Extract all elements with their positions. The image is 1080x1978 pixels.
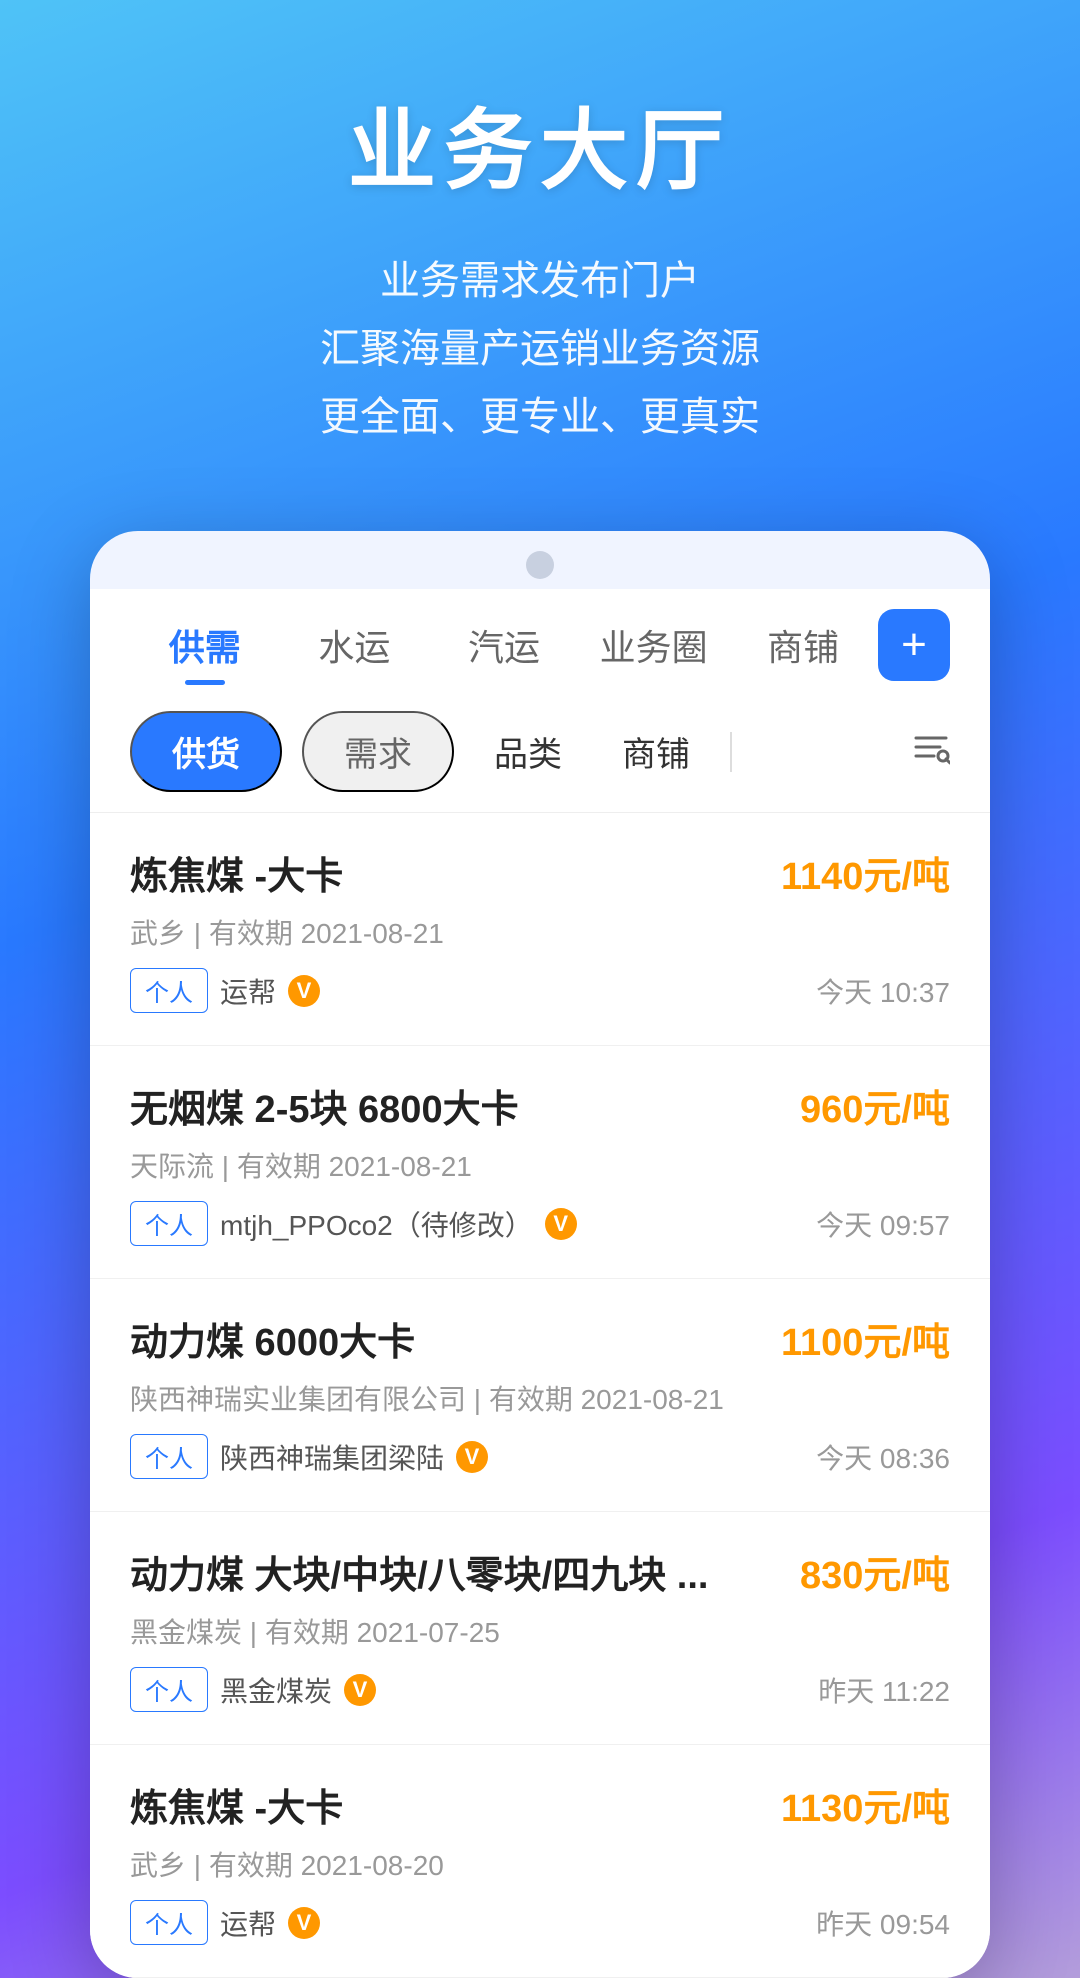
item-meta: 武乡 | 有效期 2021-08-20	[130, 1844, 950, 1884]
tag-personal: 个人	[130, 1201, 208, 1246]
item-tags: 个人 黑金煤炭 V	[130, 1667, 376, 1712]
demand-filter-button[interactable]: 需求	[302, 711, 454, 792]
item-tags: 个人 运帮 V	[130, 1900, 320, 1945]
tag-username: 陕西神瑞集团梁陆	[220, 1437, 444, 1477]
item-price: 830元/吨	[800, 1544, 950, 1599]
tag-username: 黑金煤炭	[220, 1670, 332, 1710]
item-title: 动力煤 大块/中块/八零块/四九块 ...	[130, 1544, 708, 1599]
add-button[interactable]: +	[878, 609, 950, 681]
tab-water-transport[interactable]: 水运	[280, 609, 430, 681]
verified-badge: V	[288, 1907, 320, 1939]
item-tags: 个人 mtjh_PPOco2（待修改） V	[130, 1201, 577, 1246]
tab-supply-demand[interactable]: 供需	[130, 609, 280, 681]
list-item[interactable]: 动力煤 6000大卡 1100元/吨 陕西神瑞实业集团有限公司 | 有效期 20…	[90, 1279, 990, 1512]
item-tags: 个人 陕西神瑞集团梁陆 V	[130, 1434, 488, 1479]
item-title: 无烟煤 2-5块 6800大卡	[130, 1078, 519, 1133]
tab-business-circle[interactable]: 业务圈	[579, 609, 729, 681]
verified-badge: V	[545, 1208, 577, 1240]
tag-personal: 个人	[130, 1434, 208, 1479]
verified-badge: V	[456, 1441, 488, 1473]
item-price: 1100元/吨	[781, 1311, 950, 1366]
item-time: 今天 10:37	[816, 971, 950, 1011]
tag-personal: 个人	[130, 1900, 208, 1945]
item-meta: 陕西神瑞实业集团有限公司 | 有效期 2021-08-21	[130, 1378, 950, 1418]
phone-notch	[90, 531, 990, 589]
item-title: 动力煤 6000大卡	[130, 1311, 415, 1366]
list-container: 炼焦煤 -大卡 1140元/吨 武乡 | 有效期 2021-08-21 个人 运…	[90, 813, 990, 1978]
tab-store[interactable]: 商铺	[728, 609, 878, 681]
list-item[interactable]: 动力煤 大块/中块/八零块/四九块 ... 830元/吨 黑金煤炭 | 有效期 …	[90, 1512, 990, 1745]
item-time: 今天 08:36	[816, 1437, 950, 1477]
main-title: 业务大厅	[40, 80, 1040, 207]
item-meta: 武乡 | 有效期 2021-08-21	[130, 912, 950, 952]
tab-road-transport[interactable]: 汽运	[429, 609, 579, 681]
item-title: 炼焦煤 -大卡	[130, 1777, 343, 1832]
tag-personal: 个人	[130, 1667, 208, 1712]
subtitle-line2: 汇聚海量产运销业务资源	[40, 315, 1040, 383]
category-filter[interactable]: 品类	[474, 727, 582, 776]
item-time: 昨天 09:54	[816, 1903, 950, 1943]
camera-notch	[526, 551, 554, 579]
item-meta: 黑金煤炭 | 有效期 2021-07-25	[130, 1611, 950, 1651]
filter-bar: 供货 需求 品类 商铺	[90, 691, 990, 813]
supply-filter-button[interactable]: 供货	[130, 711, 282, 792]
tag-username: 运帮	[220, 1903, 276, 1943]
item-price: 960元/吨	[800, 1078, 950, 1133]
filter-divider	[730, 732, 732, 772]
subtitle-line1: 业务需求发布门户	[40, 247, 1040, 315]
tag-personal: 个人	[130, 968, 208, 1013]
item-time: 今天 09:57	[816, 1204, 950, 1244]
item-meta: 天际流 | 有效期 2021-08-21	[130, 1145, 950, 1185]
item-price: 1140元/吨	[781, 845, 950, 900]
phone-card: 供需 水运 汽运 业务圈 商铺 + 供货 需求 品类 商铺 炼焦煤 -大卡	[90, 531, 990, 1978]
shop-filter[interactable]: 商铺	[602, 727, 710, 776]
item-price: 1130元/吨	[781, 1777, 950, 1832]
list-item[interactable]: 炼焦煤 -大卡 1130元/吨 武乡 | 有效期 2021-08-20 个人 运…	[90, 1745, 990, 1978]
verified-badge: V	[288, 975, 320, 1007]
item-time: 昨天 11:22	[818, 1670, 950, 1710]
tab-bar: 供需 水运 汽运 业务圈 商铺 +	[90, 589, 990, 691]
subtitle-line3: 更全面、更专业、更真实	[40, 383, 1040, 451]
list-item[interactable]: 炼焦煤 -大卡 1140元/吨 武乡 | 有效期 2021-08-21 个人 运…	[90, 813, 990, 1046]
list-item[interactable]: 无烟煤 2-5块 6800大卡 960元/吨 天际流 | 有效期 2021-08…	[90, 1046, 990, 1279]
item-tags: 个人 运帮 V	[130, 968, 320, 1013]
tag-username: mtjh_PPOco2（待修改）	[220, 1204, 533, 1244]
filter-icon[interactable]	[912, 728, 950, 775]
subtitle: 业务需求发布门户 汇聚海量产运销业务资源 更全面、更专业、更真实	[40, 247, 1040, 451]
verified-badge: V	[344, 1674, 376, 1706]
item-title: 炼焦煤 -大卡	[130, 845, 343, 900]
header-section: 业务大厅 业务需求发布门户 汇聚海量产运销业务资源 更全面、更专业、更真实	[0, 0, 1080, 511]
tag-username: 运帮	[220, 971, 276, 1011]
